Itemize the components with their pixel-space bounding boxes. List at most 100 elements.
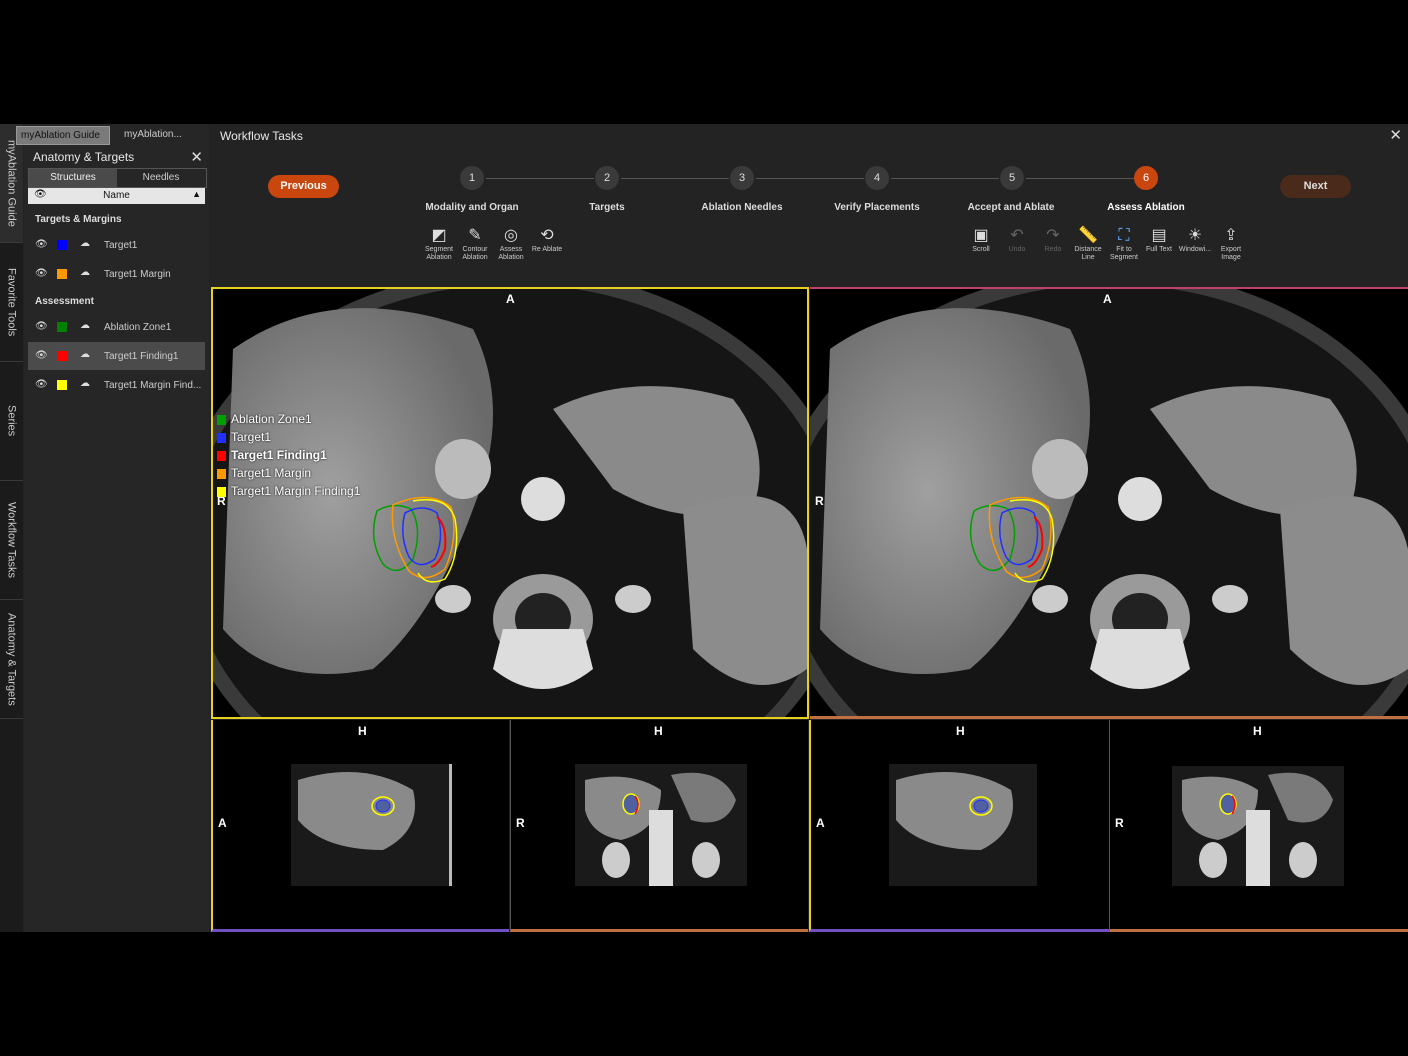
vtab-label: Favorite Tools xyxy=(5,267,18,337)
axial-viewport-right[interactable]: A R xyxy=(810,287,1408,719)
close-icon[interactable]: ✕ xyxy=(190,148,203,166)
undo-button[interactable]: ↶ Undo xyxy=(999,226,1035,254)
orientation-left: A xyxy=(816,816,825,830)
coronal-viewport-1[interactable]: H R xyxy=(510,720,808,932)
fit-to-segment-icon: ⛶ xyxy=(1118,227,1130,244)
ct-axial-image xyxy=(213,289,807,717)
color-swatch[interactable] xyxy=(57,380,67,390)
vtab-workflow-tasks[interactable]: Workflow Tasks xyxy=(0,481,23,600)
previous-button[interactable]: Previous xyxy=(268,175,339,198)
eye-icon[interactable]: 👁 xyxy=(35,239,48,250)
step-3-label[interactable]: Ablation Needles xyxy=(701,202,782,213)
eye-icon[interactable]: 👁 xyxy=(35,350,48,361)
segment-needles[interactable]: Needles xyxy=(117,169,205,187)
step-1-label[interactable]: Modality and Organ xyxy=(425,202,518,213)
step-5-label[interactable]: Accept and Ablate xyxy=(968,202,1055,213)
structure-label: Target1 Margin xyxy=(104,269,171,280)
undo-icon: ↶ xyxy=(1010,227,1024,244)
tool-label: Undo xyxy=(1008,246,1026,253)
windowing-button[interactable]: ☀ Windowi... xyxy=(1177,226,1213,254)
color-swatch[interactable] xyxy=(57,240,67,250)
redo-button[interactable]: ↷ Redo xyxy=(1035,226,1071,254)
vtab-label: Anatomy & Targets xyxy=(5,612,18,706)
orientation-left: R xyxy=(1115,816,1124,830)
cloud-icon[interactable]: ☁ xyxy=(80,238,90,249)
tool-label: Redo xyxy=(1044,246,1062,253)
eye-icon[interactable]: 👁 xyxy=(35,268,48,279)
step-3-circle[interactable]: 3 xyxy=(730,166,754,190)
cloud-icon[interactable]: ☁ xyxy=(80,320,90,331)
sort-arrow-icon[interactable]: ▲ xyxy=(192,189,201,199)
vtab-label: Series xyxy=(5,405,18,437)
cloud-icon[interactable]: ☁ xyxy=(80,349,90,360)
workflow-title: Workflow Tasks xyxy=(220,129,303,143)
distance-line-icon: 📏 xyxy=(1078,227,1098,244)
export-image-button[interactable]: ⇪ Export Image xyxy=(1213,226,1249,262)
eye-icon[interactable]: 👁 xyxy=(35,321,48,332)
full-text-icon: ▤ xyxy=(1151,227,1167,244)
fit-to-segment-button[interactable]: ⛶ Fit to Segment xyxy=(1106,226,1142,262)
vtab-favorite-tools[interactable]: Favorite Tools xyxy=(0,243,23,362)
contour-ablation-button[interactable]: ✎ Contour Ablation xyxy=(457,226,493,262)
assess-ablation-button[interactable]: ◎ Assess Ablation xyxy=(493,226,529,262)
step-6-label[interactable]: Assess Ablation xyxy=(1107,202,1184,213)
close-icon[interactable]: ✕ xyxy=(1389,126,1402,144)
scroll-icon: ▣ xyxy=(973,227,989,244)
coronal-viewport-2[interactable]: H R xyxy=(1109,720,1408,932)
step-connector xyxy=(621,178,729,179)
list-item[interactable]: 👁 ☁ Ablation Zone1 xyxy=(28,313,205,341)
cloud-icon[interactable]: ☁ xyxy=(80,267,90,278)
tab-myablation-guide[interactable]: myAblation Guide xyxy=(16,126,110,145)
color-swatch[interactable] xyxy=(57,322,67,332)
legend-label: Target1 Margin Finding1 xyxy=(231,484,361,498)
cloud-icon[interactable]: ☁ xyxy=(80,378,90,389)
tool-label: Distance Line xyxy=(1074,246,1102,261)
step-2-circle[interactable]: 2 xyxy=(595,166,619,190)
color-swatch[interactable] xyxy=(57,269,67,279)
color-swatch[interactable] xyxy=(57,351,67,361)
vtab-anatomy-targets[interactable]: Anatomy & Targets xyxy=(0,600,23,719)
full-text-button[interactable]: ▤ Full Text xyxy=(1141,226,1177,254)
vtab-series[interactable]: Series xyxy=(0,362,23,481)
list-item[interactable]: 👁 ☁ Target1 Margin Find... xyxy=(28,371,205,399)
re-ablate-icon: ⟲ xyxy=(540,227,554,244)
legend-swatch xyxy=(217,433,226,443)
column-name-label: Name xyxy=(103,190,130,201)
step-connector xyxy=(1026,178,1134,179)
step-4-label[interactable]: Verify Placements xyxy=(834,202,920,213)
name-column-header[interactable]: 👁 Name ▲ xyxy=(28,188,205,204)
list-item[interactable]: 👁 ☁ Target1 Margin xyxy=(28,260,205,288)
panel-header: Anatomy & Targets ✕ xyxy=(24,148,209,168)
step-1-circle[interactable]: 1 xyxy=(460,166,484,190)
section-targets-margins: Targets & Margins xyxy=(35,214,122,225)
segment-structures[interactable]: Structures xyxy=(29,169,117,187)
ct-axial-image xyxy=(810,289,1408,716)
step-2-label[interactable]: Targets xyxy=(589,202,624,213)
step-6-circle[interactable]: 6 xyxy=(1134,166,1158,190)
sagittal-viewport-2[interactable]: H A xyxy=(809,720,1109,932)
legend-label: Ablation Zone1 xyxy=(231,412,312,426)
step-5-circle[interactable]: 5 xyxy=(1000,166,1024,190)
step-connector xyxy=(891,178,999,179)
list-item[interactable]: 👁 ☁ Target1 xyxy=(28,231,205,259)
panel-tab-bar: myAblation Guide myAblation... xyxy=(16,124,212,145)
axial-viewport-left[interactable]: A R Ablation Zone1 Target1 Target1 Findi… xyxy=(211,287,809,719)
tab-myablation-2[interactable]: myAblation... xyxy=(120,126,212,143)
tool-label: Export Image xyxy=(1220,246,1242,261)
distance-line-button[interactable]: 📏 Distance Line xyxy=(1070,226,1106,262)
structure-label: Target1 Finding1 xyxy=(104,351,179,362)
anatomy-targets-panel: myAblation Guide myAblation... Anatomy &… xyxy=(16,124,212,932)
next-button[interactable]: Next xyxy=(1280,175,1351,198)
windowing-icon: ☀ xyxy=(1187,227,1203,244)
sagittal-viewport-1[interactable]: H A xyxy=(211,720,509,932)
orientation-top: H xyxy=(956,724,965,738)
orientation-top: A xyxy=(1103,292,1112,306)
list-item[interactable]: 👁 ☁ Target1 Finding1 xyxy=(28,342,205,370)
legend-label: Target1 Finding1 xyxy=(231,448,327,462)
segment-ablation-button[interactable]: ◩ Segment Ablation xyxy=(421,226,457,262)
scroll-button[interactable]: ▣ Scroll xyxy=(963,226,999,254)
vtab-label: myAblation Guide xyxy=(5,139,18,227)
step-4-circle[interactable]: 4 xyxy=(865,166,889,190)
re-ablate-button[interactable]: ⟲ Re Ablate xyxy=(529,226,565,254)
eye-icon[interactable]: 👁 xyxy=(35,379,48,390)
